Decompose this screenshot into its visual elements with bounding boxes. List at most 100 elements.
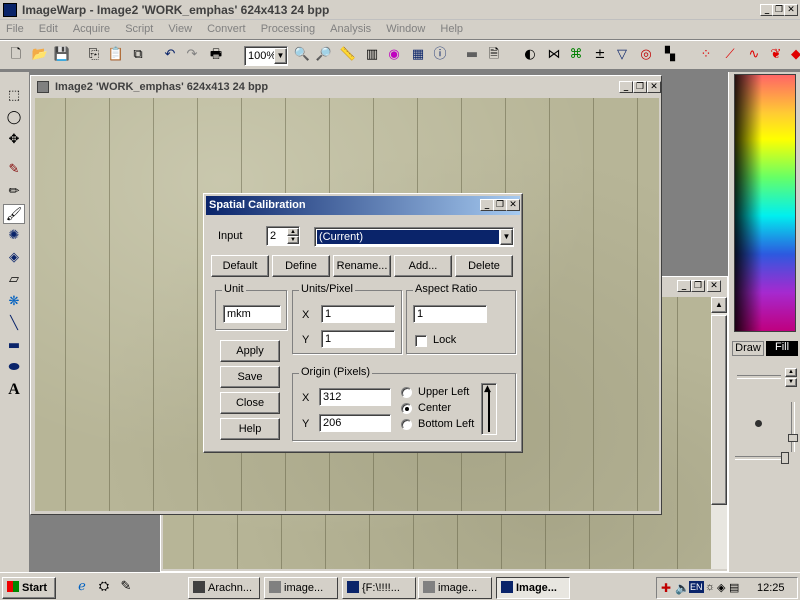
dialog-titlebar[interactable]: Spatial Calibration _ ❐ ✕ xyxy=(206,196,520,215)
open-folder-icon[interactable]: 📂 xyxy=(30,45,50,65)
document-icon[interactable]: 🗎 xyxy=(484,45,504,65)
units-pixel-x-field[interactable]: 1 xyxy=(321,305,395,323)
upper-left-radio[interactable] xyxy=(401,387,412,398)
spin-down-icon[interactable]: ▼ xyxy=(287,236,299,244)
profile-select[interactable]: (Current) ▼ xyxy=(314,227,514,247)
contrast-icon[interactable]: ◐ xyxy=(520,45,540,65)
image-minimize-button[interactable]: _ xyxy=(619,81,633,93)
center-radio[interactable] xyxy=(401,403,412,414)
plus-minus-icon[interactable]: ± xyxy=(590,45,610,65)
chevron-down-icon[interactable]: ▼ xyxy=(500,229,513,245)
color-balance-icon[interactable]: ⌘ xyxy=(566,45,586,65)
opacity-slider[interactable] xyxy=(735,452,789,464)
menu-file[interactable]: File xyxy=(0,20,30,38)
delete-button[interactable]: Delete xyxy=(455,255,513,277)
menu-script[interactable]: Script xyxy=(119,20,159,38)
eraser-icon[interactable]: ▱ xyxy=(3,270,25,290)
zoom-in-icon[interactable]: 🔍 xyxy=(292,45,312,65)
brush-size-slider[interactable] xyxy=(788,402,798,452)
background-window-titlebar[interactable]: _ ❐ ✕ xyxy=(661,277,727,295)
rectangle-icon[interactable]: ▬ xyxy=(3,336,25,356)
freehand-icon[interactable]: ∿ xyxy=(744,45,764,65)
define-button[interactable]: Define xyxy=(272,255,330,277)
area-icon[interactable]: ◆ xyxy=(786,45,800,65)
undo-icon[interactable]: ↶ xyxy=(160,45,180,65)
info-icon[interactable]: ⓘ xyxy=(430,45,450,65)
ellipse-icon[interactable]: ⬬ xyxy=(3,358,25,378)
lock-checkbox[interactable] xyxy=(415,335,427,347)
app-close-button[interactable]: ✕ xyxy=(784,4,798,16)
line-icon[interactable]: ╲ xyxy=(3,314,25,334)
dialog-restore-button[interactable]: ❐ xyxy=(493,199,507,211)
menu-analysis[interactable]: Analysis xyxy=(324,20,377,38)
eyedropper-icon[interactable]: ✎ xyxy=(3,160,25,180)
close-button[interactable]: Close xyxy=(220,392,280,414)
color-panel-scrollbar[interactable] xyxy=(731,335,799,339)
grid-icon[interactable]: ▦ xyxy=(408,45,428,65)
origin-x-field[interactable]: 312 xyxy=(319,388,391,406)
brush-icon[interactable]: 🖌 xyxy=(3,204,25,224)
bg-restore-button[interactable]: ❐ xyxy=(691,280,705,292)
task-image-active[interactable]: Image... xyxy=(496,577,570,599)
menu-view[interactable]: View xyxy=(162,20,198,38)
zoom-out-icon[interactable]: 🔎 xyxy=(314,45,334,65)
move-icon[interactable]: ✥ xyxy=(3,130,25,150)
menu-convert[interactable]: Convert xyxy=(201,20,252,38)
palette-icon[interactable]: ◉ xyxy=(384,45,404,65)
duplicate-icon[interactable]: ⧉ xyxy=(128,45,148,65)
line-measure-icon[interactable]: ⟋ xyxy=(720,45,740,65)
fill-tab[interactable]: Fill xyxy=(766,341,798,356)
task-image-1[interactable]: image... xyxy=(264,577,338,599)
redo-icon[interactable]: ↷ xyxy=(182,45,202,65)
points-icon[interactable]: ⁘ xyxy=(696,45,716,65)
histogram-icon[interactable]: ▥ xyxy=(362,45,382,65)
scroll-thumb[interactable] xyxy=(711,315,727,505)
transform-icon[interactable]: ⋈ xyxy=(544,45,564,65)
task-arachn[interactable]: Arachn... xyxy=(188,577,260,599)
volume-icon[interactable]: 🔈 xyxy=(675,581,690,595)
opacity-thumb[interactable] xyxy=(781,452,789,464)
input-spinner[interactable]: 2 ▲ ▼ xyxy=(266,226,300,246)
menu-window[interactable]: Window xyxy=(380,20,431,38)
clock[interactable]: 12:25 xyxy=(757,582,785,594)
tile-icon[interactable]: ▚ xyxy=(660,45,680,65)
pencil-icon[interactable]: ✏ xyxy=(3,182,25,202)
task-folder[interactable]: {F:\!!!!... xyxy=(342,577,416,599)
language-indicator[interactable]: EN xyxy=(689,581,704,593)
chevron-down-icon[interactable]: ▼ xyxy=(274,48,287,64)
bg-close-button[interactable]: ✕ xyxy=(707,280,721,292)
tray-app-icon[interactable]: ◈ xyxy=(717,581,725,594)
dialog-close-button[interactable]: ✕ xyxy=(506,199,520,211)
camera-icon[interactable]: ▬ xyxy=(462,45,482,65)
browser-icon[interactable]: ℯ xyxy=(72,577,92,597)
aspect-ratio-field[interactable]: 1 xyxy=(413,305,487,323)
menu-acquire[interactable]: Acquire xyxy=(67,20,116,38)
network-icon[interactable]: ✚ xyxy=(661,581,671,595)
bg-vertical-scrollbar[interactable]: ▲ xyxy=(711,297,727,569)
origin-y-field[interactable]: 206 xyxy=(319,414,391,432)
copy-icon[interactable]: ⎘ xyxy=(84,45,104,65)
target-icon[interactable]: ◎ xyxy=(636,45,656,65)
spray-icon[interactable]: ✺ xyxy=(3,226,25,246)
spin-up-icon[interactable]: ▲ xyxy=(287,228,299,236)
filter-icon[interactable]: ▽ xyxy=(612,45,632,65)
bg-minimize-button[interactable]: _ xyxy=(677,280,691,292)
color-spectrum[interactable] xyxy=(734,74,796,332)
rect-select-icon[interactable]: ⬚ xyxy=(3,86,25,106)
fill-bucket-icon[interactable]: ◈ xyxy=(3,248,25,268)
default-button[interactable]: Default xyxy=(211,255,269,277)
units-pixel-y-field[interactable]: 1 xyxy=(321,330,395,348)
image-restore-button[interactable]: ❐ xyxy=(633,81,647,93)
start-button[interactable]: Start xyxy=(2,577,56,599)
draw-tab[interactable]: Draw xyxy=(732,341,764,356)
paste-icon[interactable]: 📋 xyxy=(106,45,126,65)
ruler-icon[interactable]: 📏 xyxy=(338,45,358,65)
save-button[interactable]: Save xyxy=(220,366,280,388)
tray-app-icon[interactable]: ☼ xyxy=(705,581,715,593)
add-button[interactable]: Add... xyxy=(394,255,452,277)
menu-edit[interactable]: Edit xyxy=(33,20,64,38)
image-window-titlebar[interactable]: Image2 'WORK_emphas' 624x413 24 bpp _ ❐ … xyxy=(33,78,661,96)
scroll-up-icon[interactable]: ▲ xyxy=(711,297,727,313)
line-width-slider[interactable] xyxy=(737,375,781,379)
brush-size-thumb[interactable] xyxy=(788,434,798,442)
